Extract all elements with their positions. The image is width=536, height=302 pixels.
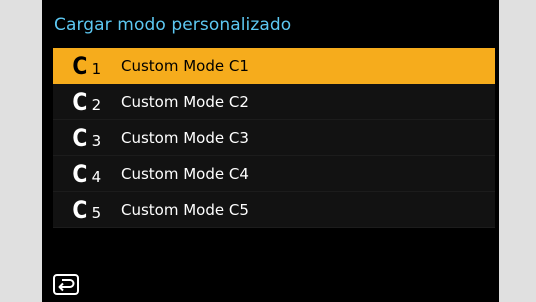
back-button[interactable] [53, 274, 79, 295]
camera-menu-screen: Cargar modo personalizado C1 Custom Mode… [42, 0, 499, 302]
menu-item-c2[interactable]: C2 Custom Mode C2 [53, 84, 495, 120]
custom-mode-5-icon: C5 [72, 195, 102, 224]
menu-title: Cargar modo personalizado [54, 15, 292, 35]
custom-mode-1-icon: C1 [72, 51, 102, 80]
menu-item-label: Custom Mode C1 [121, 56, 249, 75]
menu-item-label: Custom Mode C5 [121, 200, 249, 219]
menu-item-c3[interactable]: C3 Custom Mode C3 [53, 120, 495, 156]
custom-mode-list: C1 Custom Mode C1 C2 Custom Mode C2 C3 C… [53, 48, 495, 228]
menu-item-label: Custom Mode C4 [121, 164, 249, 183]
return-arrow-icon [58, 278, 75, 291]
custom-mode-3-icon: C3 [72, 123, 102, 152]
menu-item-c4[interactable]: C4 Custom Mode C4 [53, 156, 495, 192]
custom-mode-4-icon: C4 [72, 159, 102, 188]
custom-mode-2-icon: C2 [72, 87, 102, 116]
menu-item-label: Custom Mode C2 [121, 92, 249, 111]
menu-item-c1[interactable]: C1 Custom Mode C1 [53, 48, 495, 84]
menu-item-label: Custom Mode C3 [121, 128, 249, 147]
menu-item-c5[interactable]: C5 Custom Mode C5 [53, 192, 495, 228]
